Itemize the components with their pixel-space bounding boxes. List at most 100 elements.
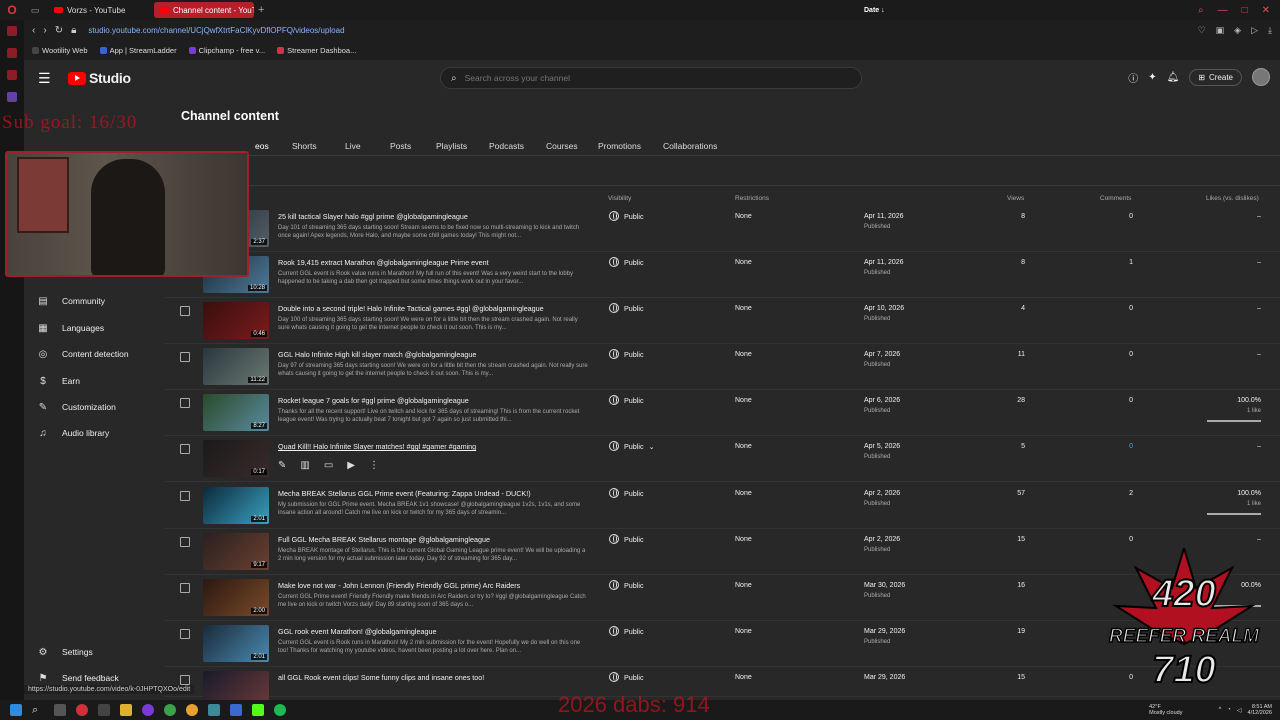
bookmark-item[interactable]: Wootility Web [32,46,88,55]
tab-videos[interactable]: eos [255,141,269,151]
video-thumbnail[interactable]: 8:27 [203,394,269,431]
column-header-date[interactable]: Date ↓ [864,7,885,14]
file-explorer-icon[interactable] [120,704,132,716]
avatar[interactable] [1252,68,1270,86]
sidebar-app-icon[interactable] [7,70,17,80]
row-checkbox[interactable] [180,675,190,685]
video-title[interactable]: Quad Kill!! Halo Infinite Slayer matches… [278,442,598,451]
sidebar-item-content-detection[interactable]: ◎ Content detection [24,344,165,364]
studio-logo[interactable]: Studio [68,70,131,86]
column-header-comments[interactable]: Comments [1100,195,1131,202]
row-checkbox[interactable] [180,537,190,547]
row-checkbox[interactable] [180,583,190,593]
row-checkbox[interactable] [180,306,190,316]
bookmark-item[interactable]: App | StreamLadder [99,46,177,55]
tab-promotions[interactable]: Promotions [598,141,641,151]
create-button[interactable]: ⊞ Create [1189,68,1242,86]
xbox-icon[interactable] [164,704,176,716]
youtube-view-icon[interactable]: ▶ [347,460,355,471]
table-row[interactable]: 2:37 25 kill tactical Slayer halo #ggl pr… [165,206,1280,252]
workspace-icon[interactable]: ▭ [28,3,42,17]
sidebar-item-audio-library[interactable]: ♫ Audio library [24,423,165,443]
video-title[interactable]: Make love not war - John Lennon (Friendl… [278,581,598,590]
video-thumbnail[interactable]: 0:46 [203,302,269,339]
browser-tab-vorzs[interactable]: Vorzs - YouTube [48,2,148,18]
edit-icon[interactable]: ✎ [278,460,286,471]
opera-logo-icon[interactable]: O [0,3,24,17]
clock[interactable]: 8:51 AM 4/12/2026 [1248,704,1272,716]
menu-icon[interactable]: ☰ [38,70,58,87]
network-icon[interactable]: ◔ [1227,707,1231,713]
video-title[interactable]: Rocket league 7 goals for #ggl prime @gl… [278,396,598,405]
sidebar-item-languages[interactable]: ▦ Languages [24,318,165,338]
steam-icon[interactable] [230,704,242,716]
spotify-icon[interactable] [274,704,286,716]
more-options-icon[interactable]: ⋮ [369,460,379,471]
minimize-button[interactable]: — [1218,5,1228,16]
reload-icon[interactable]: ↻ [55,25,63,36]
tab-playlists[interactable]: Playlists [436,141,467,151]
video-thumbnail[interactable]: 11:22 [203,348,269,385]
windows-start-icon[interactable] [10,704,22,716]
snapshot-icon[interactable]: ▣ [1216,25,1225,36]
video-title[interactable]: all GGL Rook event clips! Some funny cli… [278,673,598,682]
comments-cell[interactable]: 0 [1103,443,1133,450]
tab-podcasts[interactable]: Podcasts [489,141,524,151]
play-icon[interactable]: ▷ [1251,25,1258,36]
video-title[interactable]: Double into a second triple! Halo Infini… [278,304,598,313]
sidebar-app-icon[interactable] [7,92,17,102]
analytics-icon[interactable]: ▥ [300,460,309,471]
video-thumbnail[interactable]: 2:00 [203,579,269,616]
video-thumbnail[interactable]: 9:17 [203,533,269,570]
comments-icon[interactable]: ▭ [324,460,333,471]
notifications-icon[interactable]: 🔔︎ [1167,72,1180,83]
volume-icon[interactable]: ◁ [1237,707,1242,714]
column-header-likes[interactable]: Likes (vs. dislikes) [1206,195,1259,202]
video-title[interactable]: GGL Halo Infinite High kill slayer match… [278,350,598,359]
task-view-icon[interactable] [54,704,66,716]
video-title[interactable]: Rook 19,415 extract Marathon @globalgami… [278,258,598,267]
kick-icon[interactable] [252,704,264,716]
column-header-views[interactable]: Views [1007,195,1024,202]
video-thumbnail[interactable]: 0:17 [203,440,269,477]
browser-tab-channel-content[interactable]: Channel content - YouTub [154,2,254,18]
new-tab-button[interactable]: + [258,4,264,16]
row-checkbox[interactable] [180,491,190,501]
back-icon[interactable]: ‹ [32,25,35,36]
maximize-button[interactable]: □ [1242,5,1248,16]
table-row[interactable]: 10:28 Rook 19,415 extract Marathon @globa… [165,252,1280,298]
chrome-icon[interactable] [186,704,198,716]
video-thumbnail[interactable]: 2:01 [203,487,269,524]
table-row[interactable]: 2:01 Mecha BREAK Stellarus GGL Prime even… [165,483,1280,529]
column-header-restrictions[interactable]: Restrictions [735,195,769,202]
tab-courses[interactable]: Courses [546,141,578,151]
search-tabs-icon[interactable]: ⌕ [1198,5,1204,16]
table-row[interactable]: 8:27 Rocket league 7 goals for #ggl prime… [165,390,1280,436]
table-row[interactable]: 0:17 Quad Kill!! Halo Infinite Slayer mat… [165,436,1280,482]
table-row[interactable]: 0:46 Double into a second triple! Halo In… [165,298,1280,344]
app-taskbar-icon[interactable] [142,704,154,716]
extensions-icon[interactable]: ◈ [1234,25,1241,36]
search-icon[interactable]: ⌕ [32,704,44,716]
row-checkbox[interactable] [180,629,190,639]
chevron-down-icon[interactable]: ⌄ [649,442,655,451]
tab-shorts[interactable]: Shorts [292,141,317,151]
bookmark-icon[interactable]: ♡ [1198,25,1206,36]
table-row[interactable]: 11:22 GGL Halo Infinite High kill slayer … [165,344,1280,390]
forward-icon[interactable]: › [43,25,46,36]
bookmark-item[interactable]: Clipchamp - free v... [188,46,265,55]
help-icon[interactable]: ⓘ [1128,70,1138,85]
sparkle-icon[interactable]: ✦ [1148,72,1156,83]
sidebar-item-customization[interactable]: ✎ Customization [24,397,165,417]
url-field[interactable]: studio.youtube.com/channel/UCjQwfXtrtFaC… [88,26,344,35]
tab-collaborations[interactable]: Collaborations [663,141,717,151]
sidebar-item-earn[interactable]: $ Earn [24,371,165,391]
weather-widget[interactable]: 42°F Mostly cloudy [1149,704,1182,716]
bookmark-item[interactable]: Streamer Dashboa... [277,46,356,55]
opera-taskbar-icon[interactable] [76,704,88,716]
row-checkbox[interactable] [180,352,190,362]
app-taskbar-icon[interactable] [208,704,220,716]
app-taskbar-icon[interactable] [98,704,110,716]
channel-search[interactable]: ⌕ [440,67,862,89]
sidebar-item-settings[interactable]: ⚙ Settings [24,642,165,662]
